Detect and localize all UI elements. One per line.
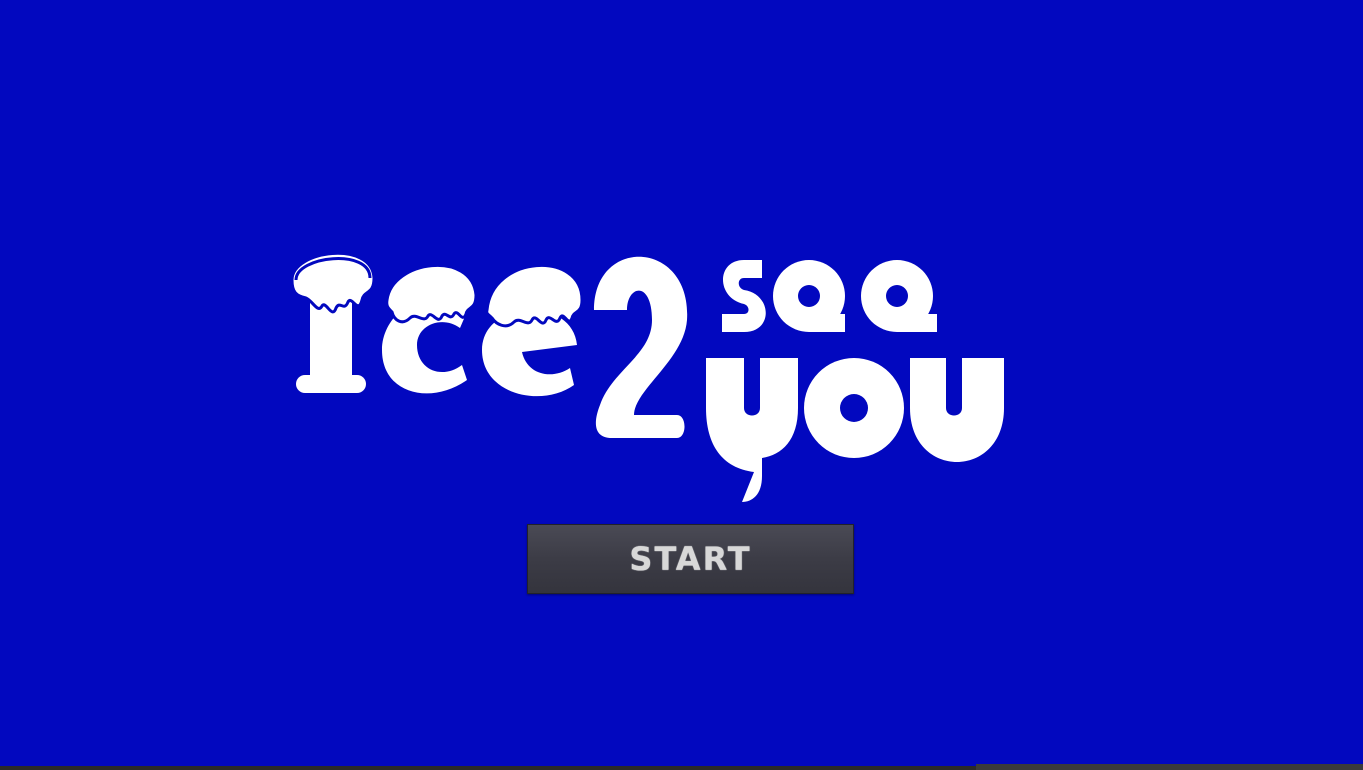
logo-letter-i: [290, 251, 376, 393]
bottom-status-strip: [976, 764, 1363, 770]
logo-letter-e: [482, 264, 584, 397]
logo-digit-2: [594, 256, 688, 438]
logo-word-you: [706, 358, 1004, 502]
game-logo: ice2 see you: [282, 240, 1022, 510]
logo-artwork: [290, 251, 1004, 502]
game-screen: ice2 see you: [0, 0, 1363, 770]
start-button[interactable]: START: [527, 524, 854, 594]
logo-letter-c: [382, 263, 478, 394]
start-button-label: START: [629, 540, 752, 578]
logo-word-see: [722, 260, 937, 332]
